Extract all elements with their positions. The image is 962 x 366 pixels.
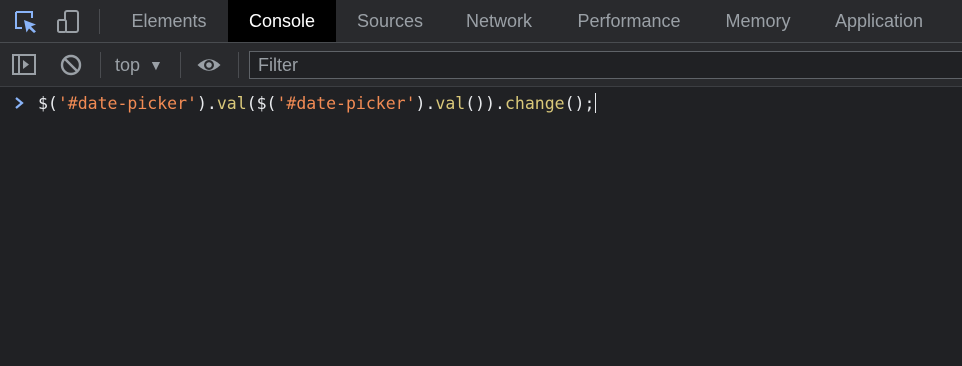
tab-elements[interactable]: Elements bbox=[110, 0, 228, 42]
devtools-tab-bar: Elements Console Sources Network Perform… bbox=[0, 0, 962, 43]
code-token: change bbox=[504, 94, 565, 113]
console-prompt[interactable]: $('#date-picker').val($('#date-picker').… bbox=[0, 91, 962, 117]
console-output[interactable]: $('#date-picker').val($('#date-picker').… bbox=[0, 87, 962, 366]
show-sidebar-icon[interactable] bbox=[11, 52, 37, 78]
code-token: ()). bbox=[465, 94, 505, 113]
toolbar-divider bbox=[238, 52, 239, 78]
tab-bar-divider bbox=[99, 9, 100, 34]
code-token: $( bbox=[38, 94, 58, 113]
toolbar-divider bbox=[180, 52, 181, 78]
console-input-code[interactable]: $('#date-picker').val($('#date-picker').… bbox=[38, 91, 597, 117]
code-token: '#date-picker' bbox=[276, 94, 416, 113]
context-selector[interactable]: top ▼ bbox=[115, 51, 163, 79]
tab-performance[interactable]: Performance bbox=[554, 0, 704, 42]
chevron-right-icon bbox=[15, 97, 24, 109]
text-cursor bbox=[595, 93, 597, 113]
code-token: ). bbox=[196, 94, 217, 113]
context-label: top bbox=[115, 55, 141, 75]
code-token: ($( bbox=[246, 94, 277, 113]
devtools-window: Elements Console Sources Network Perform… bbox=[0, 0, 962, 366]
code-token: val bbox=[216, 94, 247, 113]
toolbar-divider bbox=[100, 52, 101, 78]
console-toolbar: top ▼ bbox=[0, 43, 962, 87]
code-token: val bbox=[435, 94, 466, 113]
inspect-element-icon[interactable] bbox=[13, 9, 39, 35]
chevron-down-icon: ▼ bbox=[149, 57, 163, 73]
tab-network[interactable]: Network bbox=[444, 0, 554, 42]
tab-application[interactable]: Application bbox=[812, 0, 946, 42]
code-token: ). bbox=[415, 94, 436, 113]
code-token: (); bbox=[564, 94, 595, 113]
tab-sources[interactable]: Sources bbox=[336, 0, 444, 42]
clear-console-icon[interactable] bbox=[58, 52, 84, 78]
filter-input[interactable] bbox=[249, 51, 962, 79]
tab-console[interactable]: Console bbox=[228, 0, 336, 42]
tab-memory[interactable]: Memory bbox=[704, 0, 812, 42]
device-toolbar-icon[interactable] bbox=[55, 9, 81, 35]
code-token: '#date-picker' bbox=[57, 94, 197, 113]
live-expression-eye-icon[interactable] bbox=[196, 52, 222, 78]
